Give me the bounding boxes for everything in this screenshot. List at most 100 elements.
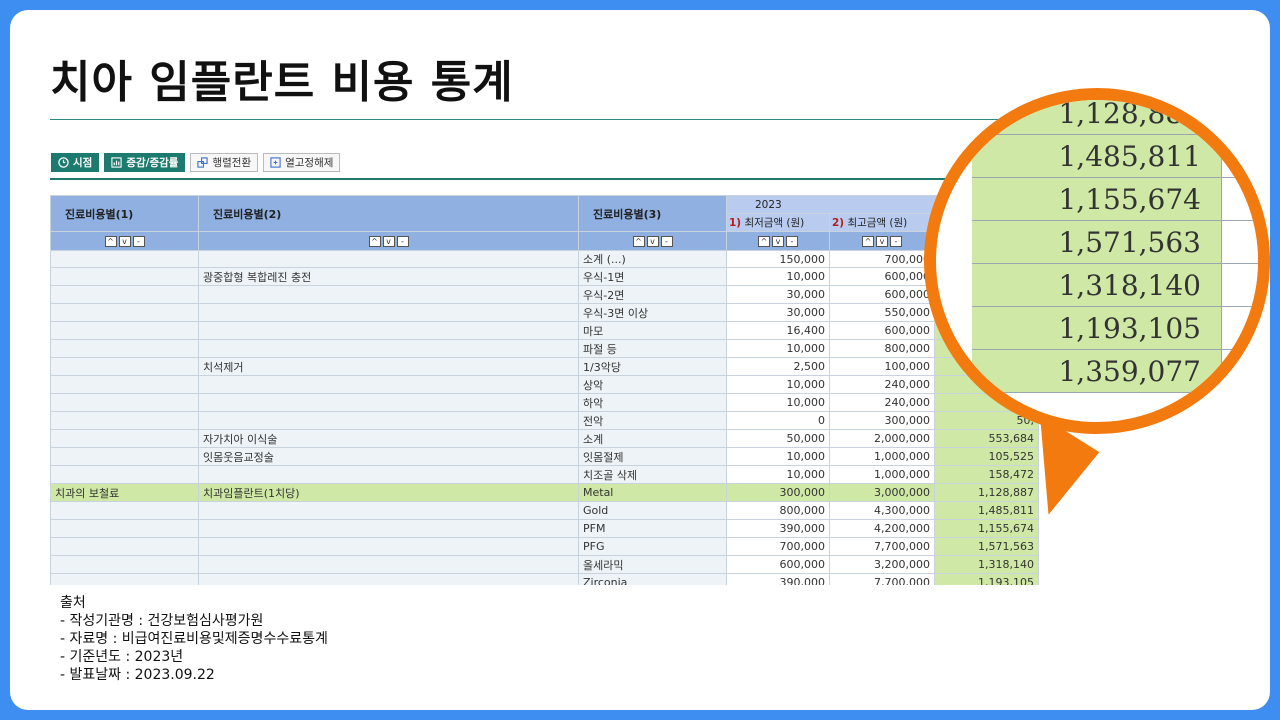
cell-max: 1,000,000	[829, 447, 935, 466]
cell-c1	[50, 465, 199, 484]
cell-c1	[50, 357, 199, 376]
cell-c3: 우식-1면	[578, 267, 727, 286]
table-row: 마모 16,400 600,000	[50, 321, 1039, 340]
table-row: 하악 10,000 240,000	[50, 393, 1039, 412]
cell-c1	[50, 339, 199, 358]
cell-min: 700,000	[726, 537, 830, 556]
cell-mid: 1,318,140	[934, 555, 1039, 574]
pivot-button[interactable]: 행렬전환	[190, 153, 259, 172]
table-row: Zirconia 390,000 7,700,000 1,193,105	[50, 573, 1039, 585]
cell-c1	[50, 375, 199, 394]
cell-max: 300,000	[829, 411, 935, 430]
time-button[interactable]: 시점	[51, 153, 100, 172]
sort-controls[interactable]: ^ v -	[198, 231, 579, 251]
cell-c3: 전악	[578, 411, 727, 430]
cell-c2: 광중합형 복합레진 충전	[198, 267, 579, 286]
cell-c1: 치과의 보철료	[50, 483, 199, 502]
toolbar-divider	[50, 178, 1050, 180]
magnified-pad	[1222, 221, 1258, 263]
cell-c1	[50, 267, 199, 286]
title-divider	[50, 119, 1050, 120]
cell-c3: 파절 등	[578, 339, 727, 358]
clock-icon	[58, 157, 69, 168]
table-row: PFM 390,000 4,200,000 1,155,674	[50, 519, 1039, 538]
cell-c2: 잇몸웃음교정술	[198, 447, 579, 466]
cell-max: 800,000	[829, 339, 935, 358]
table-row: 전악 0 300,000 50,	[50, 411, 1039, 430]
magnified-value: 1,128,887	[972, 100, 1222, 134]
cell-c3: PFM	[578, 519, 727, 538]
cell-min: 10,000	[726, 393, 830, 412]
magnified-row: 1,571,563	[972, 221, 1258, 264]
cell-max: 700,000	[829, 250, 935, 268]
table-row: 자가치아 이식술 소계 50,000 2,000,000 553,684	[50, 429, 1039, 448]
cell-min: 10,000	[726, 465, 830, 484]
unfix-button[interactable]: 열고정해제	[263, 153, 341, 172]
cell-c3: 1/3악당	[578, 357, 727, 376]
cell-min: 50,000	[726, 429, 830, 448]
cell-min: 390,000	[726, 573, 830, 585]
cell-c1	[50, 519, 199, 538]
cell-min: 10,000	[726, 447, 830, 466]
cell-c1	[50, 573, 199, 585]
cell-mid: 1,571,563	[934, 537, 1039, 556]
source-block: 출처 - 작성기관명 : 건강보험심사평가원 - 자료명 : 비급여진료비용및제…	[60, 594, 328, 684]
sort-controls[interactable]: ^ v -	[726, 231, 830, 251]
statistics-screenshot: 시점 증감/증감률 행렬전환 열고정해제 진료비용별(1) 진료비용별(2) 진…	[50, 130, 1050, 585]
cell-min: 150,000	[726, 250, 830, 268]
cell-max: 600,000	[829, 321, 935, 340]
cell-max: 4,300,000	[829, 501, 935, 520]
cell-c1	[50, 501, 199, 520]
magnified-row: 1,359,077	[972, 350, 1258, 393]
statistics-table: 진료비용별(1) 진료비용별(2) 진료비용별(3) 2023 1) 최저금액 …	[50, 195, 1039, 585]
sort-controls-row: ^ v - ^ v - ^ v - ^ v - ^ v -	[50, 231, 1039, 251]
table-row: 파절 등 10,000 800,000	[50, 339, 1039, 358]
cell-c3: 마모	[578, 321, 727, 340]
cell-max: 3,200,000	[829, 555, 935, 574]
cell-max: 240,000	[829, 375, 935, 394]
cell-c2: 치석제거	[198, 357, 579, 376]
page-title: 치아 임플란트 비용 통계	[50, 57, 514, 108]
header-col2[interactable]: 진료비용별(2)	[198, 195, 579, 232]
sort-controls[interactable]: ^ v -	[578, 231, 727, 251]
header-col1[interactable]: 진료비용별(1)	[50, 195, 199, 232]
source-dataset: - 자료명 : 비급여진료비용및제증명수수료통계	[60, 631, 328, 647]
cell-c1	[50, 303, 199, 322]
magnified-row: 1,155,674	[972, 178, 1258, 221]
cell-c2	[198, 375, 579, 394]
table-row: PFG 700,000 7,700,000 1,571,563	[50, 537, 1039, 556]
magnified-pad	[1222, 178, 1258, 220]
cell-max: 4,200,000	[829, 519, 935, 538]
cell-mid: 1,485,811	[934, 501, 1039, 520]
pivot-label: 행렬전환	[212, 157, 252, 169]
magnified-row: 1,485,811	[972, 135, 1258, 178]
cell-c2: 자가치아 이식술	[198, 429, 579, 448]
cell-min: 600,000	[726, 555, 830, 574]
cell-c2	[198, 465, 579, 484]
cell-max: 100,000	[829, 357, 935, 376]
cell-max: 7,700,000	[829, 537, 935, 556]
magnified-value: 1,155,674	[972, 178, 1222, 220]
cell-max: 1,000,000	[829, 465, 935, 484]
cell-c3: Zirconia	[578, 573, 727, 585]
cell-c2	[198, 339, 579, 358]
header-col3[interactable]: 진료비용별(3)	[578, 195, 727, 232]
table-row: 소계 (...) 150,000 700,000	[50, 250, 1039, 268]
sort-controls[interactable]: ^ v -	[829, 231, 935, 251]
cell-c1	[50, 429, 199, 448]
header-max[interactable]: 2) 최고금액 (원)	[829, 213, 935, 232]
min-note-number: 1)	[729, 217, 742, 229]
source-date: - 발표날짜 : 2023.09.22	[60, 667, 215, 683]
table-row: 우식-3면 이상 30,000 550,000	[50, 303, 1039, 322]
cell-c1	[50, 250, 199, 268]
header-min[interactable]: 1) 최저금액 (원)	[726, 213, 830, 232]
sort-controls[interactable]: ^ v -	[50, 231, 199, 251]
cell-c1	[50, 411, 199, 430]
table-row: 치과의 보철료 치과임플란트(1치당) Metal 300,000 3,000,000 1…	[50, 483, 1039, 502]
magnified-row: 1,318,140	[972, 264, 1258, 307]
cell-c3: Gold	[578, 501, 727, 520]
cell-c3: 잇몸절제	[578, 447, 727, 466]
cell-c2	[198, 411, 579, 430]
table-row: 올세라믹 600,000 3,200,000 1,318,140	[50, 555, 1039, 574]
increase-button[interactable]: 증감/증감률	[104, 153, 186, 172]
